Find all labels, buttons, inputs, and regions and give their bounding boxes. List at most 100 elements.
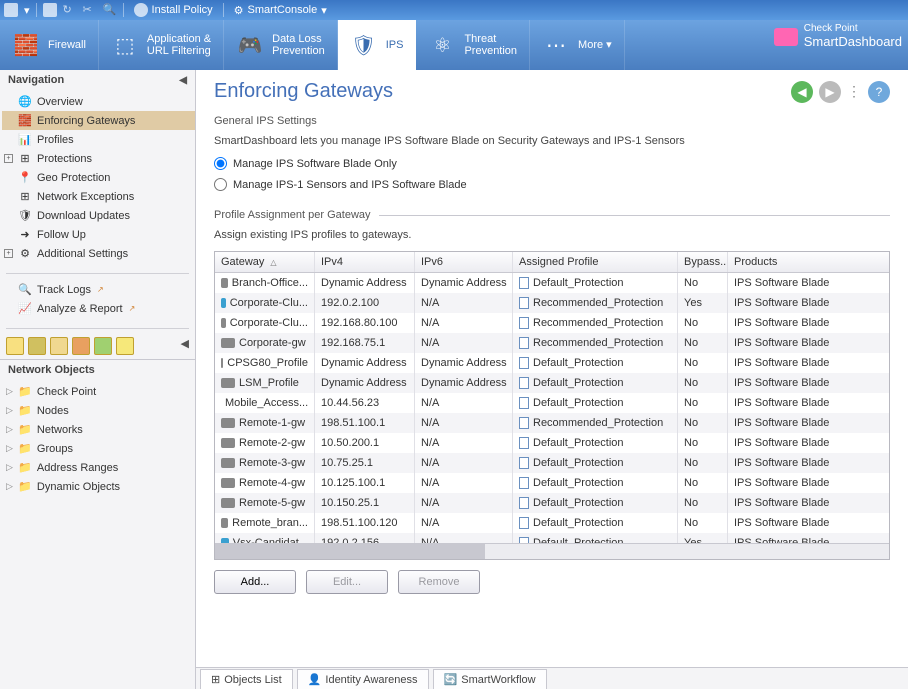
gateway-icon	[221, 358, 223, 368]
nav-additional-settings[interactable]: +⚙Additional Settings	[2, 244, 195, 263]
table-row[interactable]: Remote-2-gw10.50.200.1N/ADefault_Protect…	[215, 433, 889, 453]
gateway-icon	[221, 418, 235, 428]
obj-groups[interactable]: ▷📁Groups	[2, 439, 195, 458]
ips-icon: 🛡	[350, 31, 378, 59]
item-icon: 🌐	[17, 94, 33, 109]
toolbar-chevron-icon[interactable]: ◀	[181, 337, 189, 355]
table-row[interactable]: Corporate-Clu...192.168.80.100N/ARecomme…	[215, 313, 889, 333]
toolbar-btn-4[interactable]	[72, 337, 90, 355]
col-ipv-[interactable]: IPv6	[415, 252, 513, 272]
remove-button[interactable]: Remove	[398, 570, 480, 594]
toolbar-btn-2[interactable]	[28, 337, 46, 355]
collapse-icon[interactable]: ◀	[179, 75, 187, 86]
folder-icon: 📁	[17, 422, 33, 437]
tool-analyze-report[interactable]: 📈Analyze & Report↗	[2, 299, 195, 318]
bottom-tab-objects-list[interactable]: ⊞Objects List	[200, 669, 293, 689]
obj-networks[interactable]: ▷📁Networks	[2, 420, 195, 439]
help-button[interactable]: ?	[868, 81, 890, 103]
refresh-icon[interactable]: ↻	[63, 3, 77, 17]
back-button[interactable]: ◀	[791, 81, 813, 103]
nav-protections[interactable]: +⊞Protections	[2, 149, 195, 168]
radio-blade-only[interactable]: Manage IPS Software Blade Only	[214, 157, 890, 170]
tab-firewall[interactable]: 🧱Firewall	[0, 20, 99, 70]
table-row[interactable]: Remote_bran...198.51.100.120N/ADefault_P…	[215, 513, 889, 533]
general-settings-desc: SmartDashboard lets you manage IPS Softw…	[214, 135, 890, 147]
titlebar: ▾ ↻ ✂ 🔍 Install Policy ⚙SmartConsole ▾	[0, 0, 908, 20]
gateway-icon	[221, 298, 226, 308]
install-policy-button[interactable]: Install Policy	[130, 3, 217, 17]
doc-icon	[519, 437, 529, 449]
item-icon: ➜	[17, 227, 33, 242]
item-icon: 📍	[17, 170, 33, 185]
toolbar-btn-3[interactable]	[50, 337, 68, 355]
nav-geo-protection[interactable]: 📍Geo Protection	[2, 168, 195, 187]
threat-prevention-icon: ⚛	[428, 31, 456, 59]
table-row[interactable]: Vsx-Candidat...192.0.2.156N/ADefault_Pro…	[215, 533, 889, 543]
col-bypass-[interactable]: Bypass...	[678, 252, 728, 272]
toolbar-btn-6[interactable]	[116, 337, 134, 355]
cut-icon[interactable]: ✂	[83, 3, 97, 17]
edit-button[interactable]: Edit...	[306, 570, 388, 594]
nav-profiles[interactable]: 📊Profiles	[2, 130, 195, 149]
item-icon: ⊞	[17, 151, 33, 166]
nav-follow-up[interactable]: ➜Follow Up	[2, 225, 195, 244]
nav-overview[interactable]: 🌐Overview	[2, 92, 195, 111]
tab-icon: 🔄	[444, 673, 458, 686]
bottom-tab-identity-awareness[interactable]: 👤Identity Awareness	[297, 669, 429, 689]
obj-nodes[interactable]: ▷📁Nodes	[2, 401, 195, 420]
nav-download-updates[interactable]: 🛡Download Updates	[2, 206, 195, 225]
gateway-grid: Gateway△IPv4IPv6Assigned ProfileBypass..…	[214, 251, 890, 560]
forward-button[interactable]: ▶	[819, 81, 841, 103]
col-ipv-[interactable]: IPv4	[315, 252, 415, 272]
tab-ips[interactable]: 🛡IPS	[338, 20, 417, 70]
tab-data-loss-prevention[interactable]: 🎮Data LossPrevention	[224, 20, 338, 70]
table-row[interactable]: Remote-5-gw10.150.25.1N/ADefault_Protect…	[215, 493, 889, 513]
table-row[interactable]: LSM_ProfileDynamic AddressDynamic Addres…	[215, 373, 889, 393]
obj-address-ranges[interactable]: ▷📁Address Ranges	[2, 458, 195, 477]
nav-enforcing-gateways[interactable]: 🧱Enforcing Gateways	[2, 111, 195, 130]
col-assigned-profile[interactable]: Assigned Profile	[513, 252, 678, 272]
tab-threat-prevention[interactable]: ⚛ThreatPrevention	[416, 20, 530, 70]
doc-icon	[519, 357, 529, 369]
tab-icon: ⊞	[211, 673, 220, 686]
more-icon[interactable]: ⋮	[847, 83, 862, 100]
table-row[interactable]: Remote-1-gw198.51.100.1N/ARecommended_Pr…	[215, 413, 889, 433]
nav-network-exceptions[interactable]: ⊞Network Exceptions	[2, 187, 195, 206]
tab-application-url-filtering[interactable]: ⬚Application &URL Filtering	[99, 20, 224, 70]
folder-icon: 📁	[17, 384, 33, 399]
table-row[interactable]: Remote-3-gw10.75.25.1N/ADefault_Protecti…	[215, 453, 889, 473]
gateway-icon	[221, 498, 235, 508]
add-button[interactable]: Add...	[214, 570, 296, 594]
gear-icon: ⚙	[234, 4, 244, 17]
obj-check-point[interactable]: ▷📁Check Point	[2, 382, 195, 401]
toolbar-btn-5[interactable]	[94, 337, 112, 355]
table-row[interactable]: Branch-Office...Dynamic AddressDynamic A…	[215, 273, 889, 293]
table-row[interactable]: Corporate-gw192.168.75.1N/ARecommended_P…	[215, 333, 889, 353]
table-row[interactable]: Mobile_Access...10.44.56.23N/ADefault_Pr…	[215, 393, 889, 413]
firewall-icon: 🧱	[12, 31, 40, 59]
network-objects-header: Network Objects	[0, 360, 195, 380]
more--icon: ⋯	[542, 31, 570, 59]
col-gateway[interactable]: Gateway△	[215, 252, 315, 272]
horizontal-scrollbar[interactable]	[215, 543, 889, 559]
profile-assignment-header: Profile Assignment per Gateway	[214, 209, 890, 221]
data-loss-prevention-icon: 🎮	[236, 31, 264, 59]
radio-sensors-blade[interactable]: Manage IPS-1 Sensors and IPS Software Bl…	[214, 178, 890, 191]
doc-icon	[519, 477, 529, 489]
tool-track-logs[interactable]: 🔍Track Logs↗	[2, 280, 195, 299]
tab-more-[interactable]: ⋯More ▾	[530, 20, 625, 70]
table-row[interactable]: Corporate-Clu...192.0.2.100N/ARecommende…	[215, 293, 889, 313]
bottom-tab-smartworkflow[interactable]: 🔄SmartWorkflow	[433, 669, 547, 689]
table-row[interactable]: CPSG80_ProfileDynamic AddressDynamic Add…	[215, 353, 889, 373]
search-icon[interactable]: 🔍	[103, 3, 117, 17]
col-products[interactable]: Products	[728, 252, 843, 272]
obj-dynamic-objects[interactable]: ▷📁Dynamic Objects	[2, 477, 195, 496]
item-icon: 🧱	[17, 113, 33, 128]
folder-icon: 📁	[17, 403, 33, 418]
table-row[interactable]: Remote-4-gw10.125.100.1N/ADefault_Protec…	[215, 473, 889, 493]
save-icon[interactable]	[43, 3, 57, 17]
smartconsole-button[interactable]: ⚙SmartConsole ▾	[230, 4, 331, 17]
object-toolbar: ◀	[0, 333, 195, 359]
install-icon	[134, 3, 148, 17]
toolbar-btn-1[interactable]	[6, 337, 24, 355]
